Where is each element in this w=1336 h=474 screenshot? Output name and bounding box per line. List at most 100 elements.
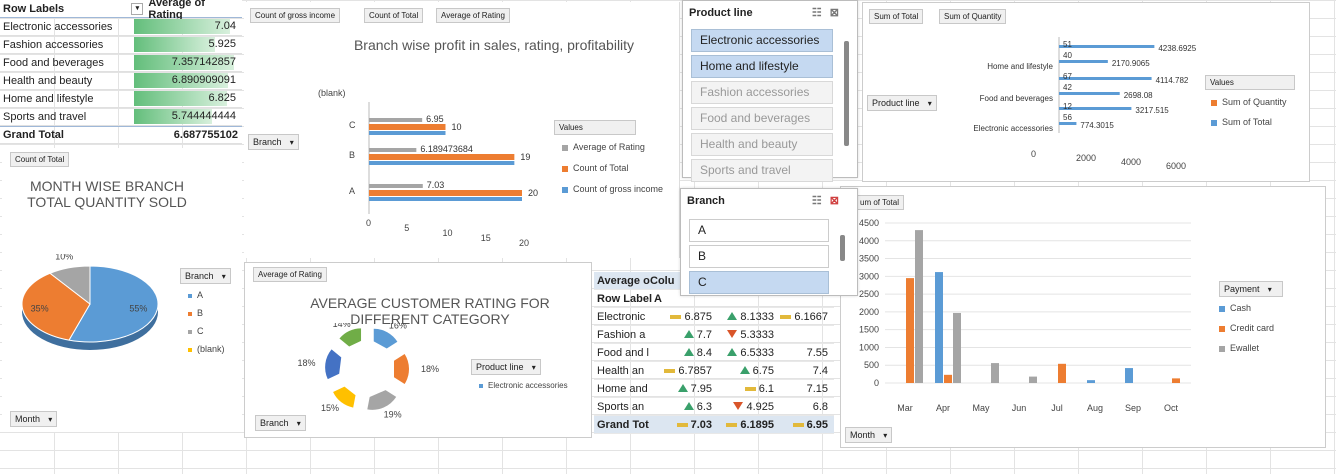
slicer-scrollbar[interactable] (844, 41, 849, 146)
multi-select-icon[interactable]: ☷ (812, 7, 830, 19)
row-value: 6.890909091 (132, 72, 240, 89)
chart4-svg: Home and lifestyle 51 40 4238.6925 2170.9065… (973, 37, 1197, 171)
table-row: Sports and travel 5.744444444 (0, 108, 242, 126)
slicer-item[interactable]: B (689, 245, 829, 268)
y-tick: 1000 (859, 342, 879, 352)
branch-slicer[interactable]: Branch ☷⊠ ABC (680, 188, 858, 296)
blank-category-label: (blank) (318, 88, 346, 98)
data-label: 20 (528, 188, 538, 198)
pivot-table-rating: Row Labels ▾ Average of Rating Electroni… (0, 0, 242, 144)
pie2-label: 18% (297, 358, 315, 368)
category-label-B: B (349, 150, 355, 160)
slicer-item[interactable]: C (689, 271, 829, 294)
cell-c: 6.8 (812, 400, 828, 413)
slicer-item[interactable]: Food and beverages (691, 107, 833, 130)
category-label-A: A (349, 186, 355, 196)
chart-month-branch-quantity[interactable]: Count of Total MONTH WISE BRANCH TOTAL QU… (2, 148, 242, 432)
slicer-item[interactable]: Fashion accessories (691, 81, 833, 104)
clear-filter-icon[interactable]: ⊠ (830, 7, 847, 19)
cell-c: 7.55 (806, 346, 828, 359)
row-value: 7.04 (132, 18, 240, 35)
cell-b: 8.1333 (712, 311, 774, 323)
chart-branch-profit[interactable]: Count of gross income Count of Total Avera… (244, 2, 680, 258)
bar-May-Ewallet (991, 363, 999, 383)
category-label-C: C (349, 120, 356, 130)
bar-sum-total (1059, 122, 1077, 125)
month-axis-button[interactable]: Month (845, 427, 893, 443)
count-total-button[interactable]: Count of Total (10, 152, 70, 167)
pie-label: 10% (55, 254, 73, 261)
slicer-item[interactable]: Electronic accessories (691, 29, 833, 52)
x-tick: Mar (897, 403, 913, 413)
x-tick: May (972, 403, 990, 413)
row-label: Health an (597, 364, 645, 377)
chart-monthly-payment[interactable]: um of Total 0 500 1000 1500 2000 2500 3000 3500… (840, 186, 1326, 448)
data-label: 6.95 (426, 114, 444, 124)
chart5-svg: 0 500 1000 1500 2000 2500 3000 3500 4000 4500 Mar A… (859, 218, 1191, 413)
field-button[interactable]: Sum of Total (869, 9, 924, 24)
slicer-item[interactable]: A (689, 219, 829, 242)
payment-legend-button[interactable]: Payment (1219, 281, 1283, 297)
product-line-button[interactable]: Product line (471, 359, 541, 375)
pie1-title: MONTH WISE BRANCH TOTAL QUANTITY SOLD (27, 178, 187, 210)
field-button[interactable]: Average of Rating (436, 8, 510, 23)
bar-C-2 (369, 131, 446, 135)
y-tick: 3000 (859, 271, 879, 281)
product-line-axis-button[interactable]: Product line (867, 95, 937, 111)
branch-axis-button[interactable]: Branch (248, 134, 299, 150)
pie-label: 35% (31, 304, 49, 314)
y-tick: 4000 (859, 236, 879, 246)
pivot2-total-a: 7.03 (650, 419, 712, 431)
chart-category-rating[interactable]: Average of Rating AVERAGE CUSTOMER RATIN… (244, 262, 592, 438)
product-line-slicer[interactable]: Product line ☷⊠ Electronic accessories Ho… (682, 0, 858, 182)
x-tick: 0 (1031, 149, 1036, 159)
table-row: Home and 7.95 6.1 7.15 (594, 380, 834, 398)
row-value-text: 7.04 (214, 20, 236, 32)
legend-item: Sum of Total (1211, 117, 1272, 127)
sum-total-button[interactable]: um of Total (855, 195, 904, 210)
cell-b: 4.925 (712, 401, 774, 413)
pie-label: 55% (129, 304, 147, 314)
data-label: 10 (452, 122, 462, 132)
legend-item: Count of Total (562, 163, 628, 173)
multi-select-icon[interactable]: ☷ (812, 195, 830, 207)
branch-filter-button[interactable]: Branch (255, 415, 306, 431)
row-value-text: 5.925 (208, 38, 236, 50)
product-slicer-title: Product line (689, 7, 753, 19)
cell-b: 6.5333 (712, 347, 774, 359)
cell-b: 6.75 (712, 365, 774, 377)
field-button[interactable]: Count of Total (364, 8, 424, 23)
data-label: 40 (1063, 51, 1072, 60)
avg-rating-button[interactable]: Average of Rating (253, 267, 327, 282)
bar-sum-total (1059, 60, 1108, 63)
y-tick: 2000 (859, 307, 879, 317)
row-label: Fashion accessories (3, 38, 104, 51)
field-button[interactable]: Sum of Quantity (939, 9, 1007, 24)
slicer-item[interactable]: Home and lifestyle (691, 55, 833, 78)
month-filter-button[interactable]: Month (10, 411, 58, 427)
pie2-label: 15% (321, 403, 339, 413)
chart-product-sums[interactable]: Sum of Total Sum of Quantity Product line… (862, 2, 1310, 182)
clear-filter-icon[interactable]: ⊠ (830, 195, 847, 207)
pie2-slice (367, 390, 397, 410)
category-label: Food and beverages (980, 94, 1053, 103)
legend-item: Average of Rating (562, 142, 645, 152)
filter-dropdown-icon[interactable]: ▾ (131, 2, 144, 15)
bar-A-2 (369, 197, 522, 201)
slicer-scrollbar[interactable] (840, 235, 845, 261)
pivot2-total-label: Grand Tot (597, 418, 649, 431)
y-tick: 4500 (859, 218, 879, 228)
data-label: 4114.782 (1156, 76, 1189, 85)
branch-legend-button[interactable]: Branch (180, 268, 231, 284)
chart1-title: Branch wise profit in sales, rating, pro… (353, 37, 635, 53)
bar-sum-total (1059, 77, 1152, 80)
bar-B-1 (369, 154, 515, 160)
slicer-item[interactable]: Health and beauty (691, 133, 833, 156)
legend-item: C (188, 326, 204, 336)
branch-slicer-title: Branch (687, 195, 725, 207)
field-button[interactable]: Count of gross income (250, 8, 341, 23)
row-label: Sports and travel (3, 110, 87, 123)
slicer-item[interactable]: Sports and travel (691, 159, 833, 182)
pie1-svg: 55% 35% 10% (21, 254, 159, 350)
row-label: Home and lifestyle (3, 92, 94, 105)
